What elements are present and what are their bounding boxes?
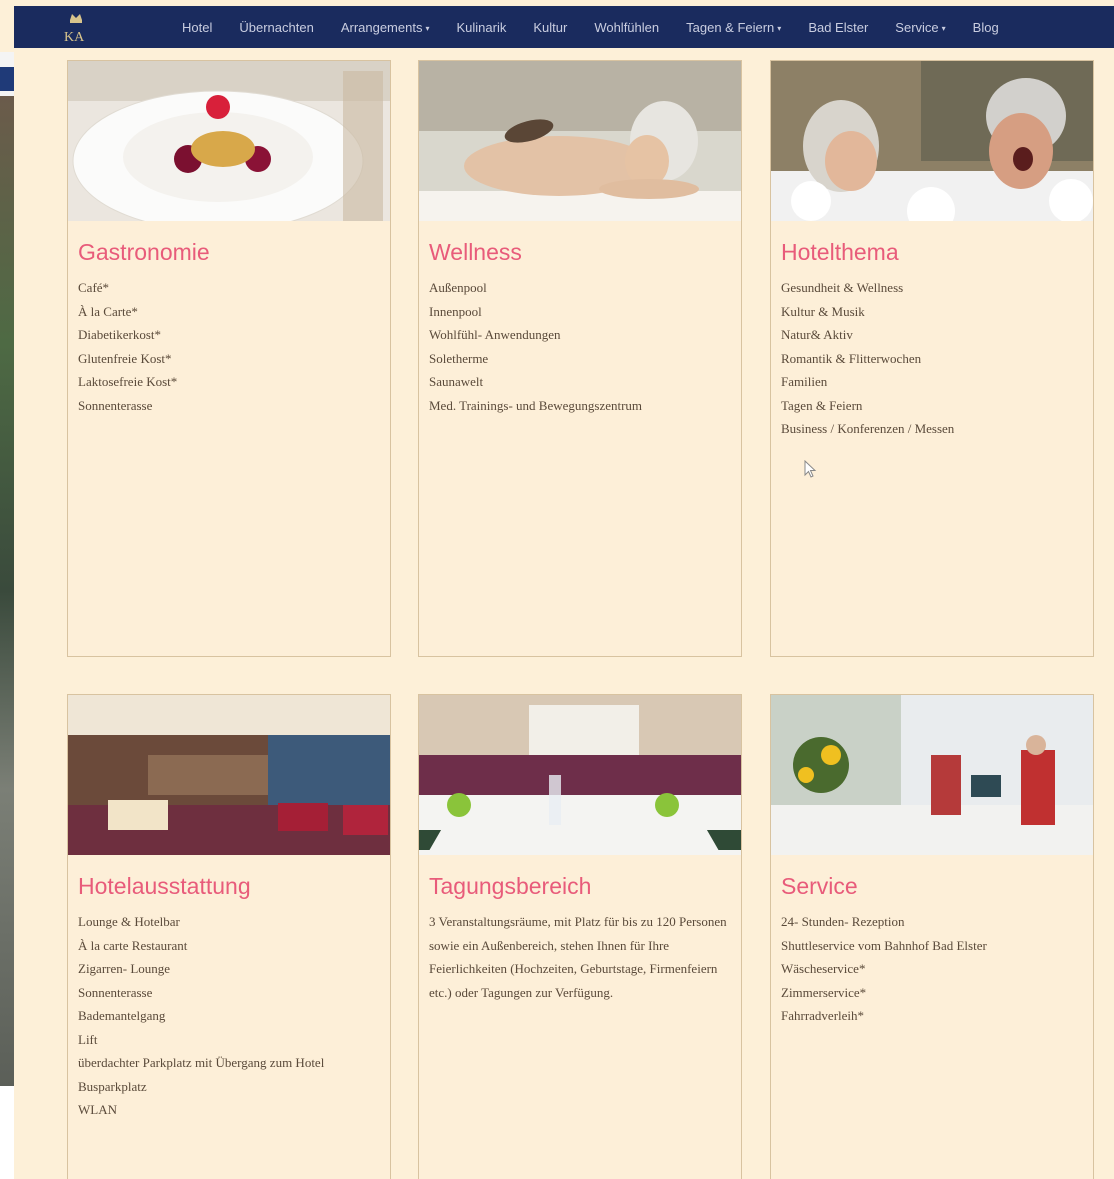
nav-menu: Hotel Übernachten Arrangements ▾ Kulinarik Ku…: [182, 6, 1026, 48]
list-item[interactable]: Wäscheservice*: [781, 957, 1083, 981]
list-item[interactable]: Innenpool: [429, 300, 731, 324]
nav-item-kulinarik[interactable]: Kulinarik: [456, 20, 506, 35]
background-image-fragment: [0, 96, 14, 1086]
list-item[interactable]: À la Carte*: [78, 300, 380, 324]
card-service: Service 24- Stunden- Rezeption Shuttleser…: [770, 694, 1094, 1179]
list-item[interactable]: Saunawelt: [429, 370, 731, 394]
caret-down-icon: ▾: [941, 23, 946, 33]
card-title[interactable]: Hotelausstattung: [78, 873, 390, 900]
background-nav-fragment: [0, 67, 14, 91]
list-item[interactable]: Romantik & Flitterwochen: [781, 347, 1083, 371]
list-item[interactable]: 24- Stunden- Rezeption: [781, 910, 1083, 934]
nav-item-hotel[interactable]: Hotel: [182, 20, 212, 35]
card-title[interactable]: Gastronomie: [78, 239, 390, 266]
list-item[interactable]: WLAN: [78, 1098, 380, 1122]
list-item[interactable]: Business / Konferenzen / Messen: [781, 417, 1083, 441]
list-item[interactable]: Kultur & Musik: [781, 300, 1083, 324]
card-wellness: Wellness Außenpool Innenpool Wohlfühl- Anw…: [418, 60, 742, 657]
list-item[interactable]: Med. Trainings- und Bewegungszentrum: [429, 394, 731, 418]
nav-item-blog[interactable]: Blog: [973, 20, 999, 35]
nav-item-kultur[interactable]: Kultur: [533, 20, 567, 35]
list-item[interactable]: Laktosefreie Kost*: [78, 370, 380, 394]
list-item[interactable]: Glutenfreie Kost*: [78, 347, 380, 371]
nav-item-bad-elster[interactable]: Bad Elster: [808, 20, 868, 35]
wellness-list: Außenpool Innenpool Wohlfühl- Anwendungen S…: [429, 276, 731, 417]
list-item[interactable]: Soletherme: [429, 347, 731, 371]
list-item[interactable]: Natur& Aktiv: [781, 323, 1083, 347]
list-item[interactable]: Sonnenterasse: [78, 394, 380, 418]
wellness-photo: [419, 61, 741, 221]
list-item[interactable]: Diabetikerkost*: [78, 323, 380, 347]
list-item[interactable]: Tagen & Feiern: [781, 394, 1083, 418]
nav-item-service[interactable]: Service ▾: [895, 20, 945, 35]
card-tagungsbereich: Tagungsbereich 3 Veranstaltungsräume, mi…: [418, 694, 742, 1179]
card-title[interactable]: Service: [781, 873, 1093, 900]
list-item[interactable]: À la carte Restaurant: [78, 934, 380, 958]
background-white-fragment: [0, 1086, 14, 1179]
nav-item-label: Service: [895, 19, 939, 35]
nav-item-label: Kultur: [533, 19, 568, 35]
list-item[interactable]: Sonnenterasse: [78, 981, 380, 1005]
nav-item-label: Übernachten: [239, 19, 314, 35]
list-item[interactable]: Familien: [781, 370, 1083, 394]
nav-item-tagen-feiern[interactable]: Tagen & Feiern ▾: [686, 20, 781, 35]
nav-item-arrangements[interactable]: Arrangements ▾: [341, 20, 430, 35]
tagungsbereich-text: 3 Veranstaltungsräume, mit Platz für bis…: [429, 914, 727, 1000]
nav-item-label: Tagen & Feiern: [686, 19, 775, 35]
tagungsbereich-photo: [419, 695, 741, 855]
hotel-logo-icon[interactable]: KA: [62, 10, 90, 46]
nav-item-label: Arrangements: [340, 19, 423, 35]
card-hotelausstattung: Hotelausstattung Lounge & Hotelbar À la c…: [67, 694, 391, 1179]
list-item[interactable]: Shuttleservice vom Bahnhof Bad Elster: [781, 934, 1083, 958]
card-title[interactable]: Tagungsbereich: [429, 873, 741, 900]
gastronomie-list: Café* À la Carte* Diabetikerkost* Glutenfre…: [78, 276, 380, 417]
nav-item-wohlfühlen[interactable]: Wohlfühlen: [594, 20, 659, 35]
gastronomie-photo: [68, 61, 390, 221]
mouse-cursor-icon: [804, 459, 818, 480]
mega-menu-overlay: KA Hotel Übernachten Arrangements ▾ Kulinari…: [14, 0, 1114, 1179]
nav-item-label: Hotel: [182, 19, 213, 35]
card-gastronomie: Gastronomie Café* À la Carte* Diabetikerko…: [67, 60, 391, 657]
list-item[interactable]: Busparkplatz: [78, 1075, 380, 1099]
list-item[interactable]: Fahrradverleih*: [781, 1004, 1083, 1028]
svg-text:KA: KA: [64, 30, 85, 45]
caret-down-icon: ▾: [777, 23, 782, 33]
list-item[interactable]: Lounge & Hotelbar: [78, 910, 380, 934]
card-title[interactable]: Wellness: [429, 239, 741, 266]
service-photo: [771, 695, 1093, 855]
card-hotelthema: Hotelthema Gesundheit & Wellness Kultur &…: [770, 60, 1094, 657]
nav-item-label: Wohlfühlen: [594, 19, 660, 35]
nav-item-label: Bad Elster: [808, 19, 869, 35]
nav-item-label: Kulinarik: [456, 19, 507, 35]
service-list: 24- Stunden- Rezeption Shuttleservice vom…: [781, 910, 1083, 1028]
caret-down-icon: ▾: [425, 23, 430, 33]
nav-item-übernachten[interactable]: Übernachten: [239, 20, 313, 35]
hotelausstattung-photo: [68, 695, 390, 855]
list-item[interactable]: Zigarren- Lounge: [78, 957, 380, 981]
main-navbar: KA Hotel Übernachten Arrangements ▾ Kulinari…: [14, 6, 1114, 48]
list-item[interactable]: Bademantelgang: [78, 1004, 380, 1028]
background-page-strip: [0, 52, 14, 1179]
list-item[interactable]: Lift: [78, 1028, 380, 1052]
list-item[interactable]: Zimmerservice*: [781, 981, 1083, 1005]
hotelausstattung-list: Lounge & Hotelbar À la carte Restaurant Zi…: [78, 910, 380, 1122]
card-title[interactable]: Hotelthema: [781, 239, 1093, 266]
list-item[interactable]: überdachter Parkplatz mit Übergang zum H…: [78, 1051, 380, 1075]
hotelthema-photo: [771, 61, 1093, 221]
list-item[interactable]: Gesundheit & Wellness: [781, 276, 1083, 300]
nav-item-label: Blog: [972, 19, 999, 35]
list-item[interactable]: Café*: [78, 276, 380, 300]
hotelthema-list: Gesundheit & Wellness Kultur & Musik Natur…: [781, 276, 1083, 441]
list-item[interactable]: Außenpool: [429, 276, 731, 300]
list-item[interactable]: Wohlfühl- Anwendungen: [429, 323, 731, 347]
